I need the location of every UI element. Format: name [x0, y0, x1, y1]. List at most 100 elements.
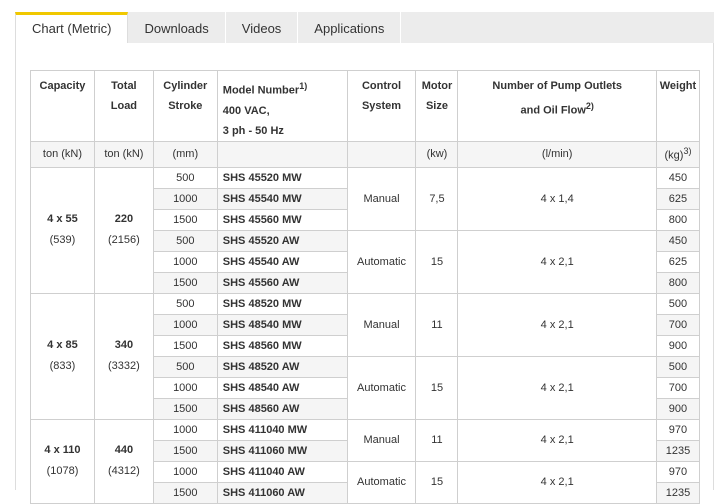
weight-cell: 450 [655, 229, 701, 252]
total-load-kn: (3332) [107, 360, 140, 373]
weight-cell: 625 [655, 250, 701, 273]
table-row: 4 x 55 (539) 220 (2156) 500 SHS 45520 MW Manua… [30, 166, 701, 294]
unit-weight: (kg)3) [655, 140, 701, 168]
unit-capacity: ton (kN) [30, 140, 95, 168]
weight-cell: 1235 [655, 439, 701, 462]
motor-size-cell: 11 [415, 292, 459, 357]
control-system-cell: Manual [346, 418, 417, 462]
header-stroke: Cylinder Stroke [152, 70, 218, 142]
model-number-cell: SHS 411040 MW [216, 418, 348, 441]
stroke-cell: 1000 [152, 376, 218, 399]
tab-applications[interactable]: Applications [298, 12, 402, 44]
stroke-cell: 1500 [152, 439, 218, 462]
pump-outlets-cell: 4 x 2,1 [457, 460, 657, 504]
pump-outlets-cell: 4 x 2,1 [457, 229, 657, 294]
motor-size-cell: 15 [415, 229, 459, 294]
control-system-cell: Automatic [346, 229, 417, 294]
stroke-cell: 1500 [152, 481, 218, 504]
model-number-cell: SHS 45560 MW [216, 208, 348, 231]
stroke-cell: 1000 [152, 313, 218, 336]
model-number-cell: SHS 45540 AW [216, 250, 348, 273]
weight-cell: 500 [655, 292, 701, 315]
weight-cell: 450 [655, 166, 701, 189]
weight-cell: 900 [655, 397, 701, 420]
motor-size-cell: 7,5 [415, 166, 459, 231]
model-number-cell: SHS 45520 AW [216, 229, 348, 252]
stroke-cell: 1000 [152, 250, 218, 273]
stroke-cell: 1500 [152, 208, 218, 231]
control-system-cell: Manual [346, 166, 417, 231]
weight-cell: 900 [655, 334, 701, 357]
header-capacity: Capacity [30, 70, 95, 142]
capacity-cell: 4 x 110 (1078) [30, 418, 95, 504]
motor-size-cell: 15 [415, 460, 459, 504]
weight-cell: 700 [655, 313, 701, 336]
stroke-cell: 1500 [152, 397, 218, 420]
stroke-cell: 500 [152, 355, 218, 378]
header-control: Control System [346, 70, 417, 142]
total-load-cell: 220 (2156) [93, 166, 154, 294]
stroke-cell: 500 [152, 292, 218, 315]
stroke-cell: 1500 [152, 271, 218, 294]
stroke-cell: 500 [152, 166, 218, 189]
total-load-cell: 340 (3332) [93, 292, 154, 420]
model-number-cell: SHS 411060 AW [216, 481, 348, 504]
weight-cell: 1235 [655, 481, 701, 504]
spec-table: Capacity Total Load Cylinder Stroke Model … [30, 70, 701, 504]
unit-total-load: ton (kN) [93, 140, 154, 168]
pump-outlets-cell: 4 x 1,4 [457, 166, 657, 231]
stroke-cell: 1500 [152, 334, 218, 357]
weight-cell: 970 [655, 460, 701, 483]
pump-outlets-cell: 4 x 2,1 [457, 418, 657, 462]
total-load-value: 340 [114, 339, 134, 352]
capacity-cell: 4 x 85 (833) [30, 292, 95, 420]
motor-size-cell: 15 [415, 355, 459, 420]
model-number-cell: SHS 411040 AW [216, 460, 348, 483]
unit-motor: (kw) [415, 140, 459, 168]
model-number-cell: SHS 411060 MW [216, 439, 348, 462]
model-number-cell: SHS 45560 AW [216, 271, 348, 294]
unit-stroke: (mm) [152, 140, 218, 168]
control-system-cell: Automatic [346, 355, 417, 420]
model-number-cell: SHS 45540 MW [216, 187, 348, 210]
model-number-cell: SHS 48540 MW [216, 313, 348, 336]
capacity-cell: 4 x 55 (539) [30, 166, 95, 294]
total-load-value: 440 [114, 444, 134, 457]
pump-outlets-cell: 4 x 2,1 [457, 355, 657, 420]
capacity-value: 4 x 55 [47, 213, 78, 226]
weight-cell: 970 [655, 418, 701, 441]
tab-bar: Chart (Metric) Downloads Videos Applicat… [15, 12, 402, 44]
control-system-cell: Manual [346, 292, 417, 357]
unit-pump: (l/min) [457, 140, 657, 168]
total-load-value: 220 [114, 213, 134, 226]
header-total-load: Total Load [93, 70, 154, 142]
stroke-cell: 1000 [152, 418, 218, 441]
model-number-cell: SHS 48520 MW [216, 292, 348, 315]
weight-cell: 800 [655, 271, 701, 294]
unit-model [216, 140, 348, 168]
header-model: Model Number1) 400 VAC, 3 ph - 50 Hz [216, 70, 348, 142]
capacity-value: 4 x 110 [44, 444, 81, 457]
unit-control [346, 140, 417, 168]
model-number-cell: SHS 48560 MW [216, 334, 348, 357]
stroke-cell: 500 [152, 229, 218, 252]
model-number-cell: SHS 48560 AW [216, 397, 348, 420]
table-body: 4 x 55 (539) 220 (2156) 500 SHS 45520 MW Manua… [30, 166, 701, 504]
pump-outlets-cell: 4 x 2,1 [457, 292, 657, 357]
model-number-cell: SHS 48540 AW [216, 376, 348, 399]
stroke-cell: 1000 [152, 187, 218, 210]
capacity-value: 4 x 85 [47, 339, 78, 352]
weight-cell: 500 [655, 355, 701, 378]
tab-chart-metric[interactable]: Chart (Metric) [15, 12, 129, 44]
tab-videos[interactable]: Videos [225, 12, 299, 44]
table-row: 4 x 110 (1078) 440 (4312) 1000 SHS 411040 MW M… [30, 418, 701, 504]
control-system-cell: Automatic [346, 460, 417, 504]
weight-cell: 700 [655, 376, 701, 399]
header-motor: Motor Size [415, 70, 459, 142]
model-number-cell: SHS 45520 MW [216, 166, 348, 189]
weight-cell: 625 [655, 187, 701, 210]
header-weight: Weight [655, 70, 701, 142]
tab-downloads[interactable]: Downloads [128, 12, 226, 44]
stroke-cell: 1000 [152, 460, 218, 483]
motor-size-cell: 11 [415, 418, 459, 462]
